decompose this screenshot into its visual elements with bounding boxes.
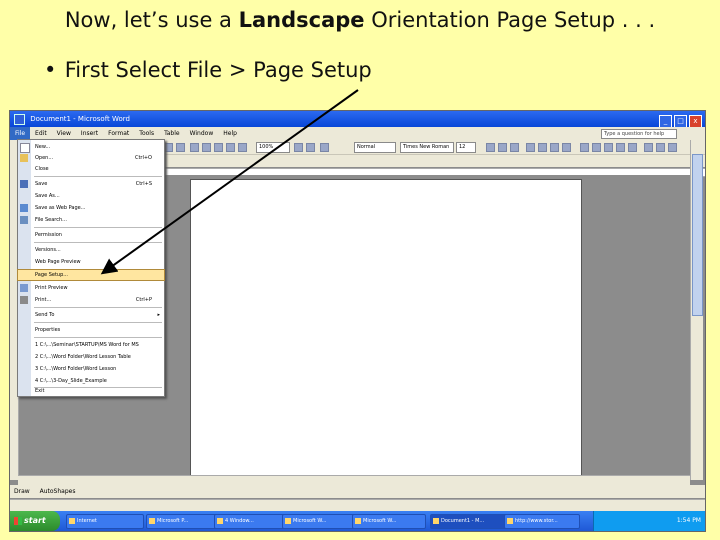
pointer-arrow: [100, 89, 359, 275]
arrow-line: [100, 89, 359, 275]
